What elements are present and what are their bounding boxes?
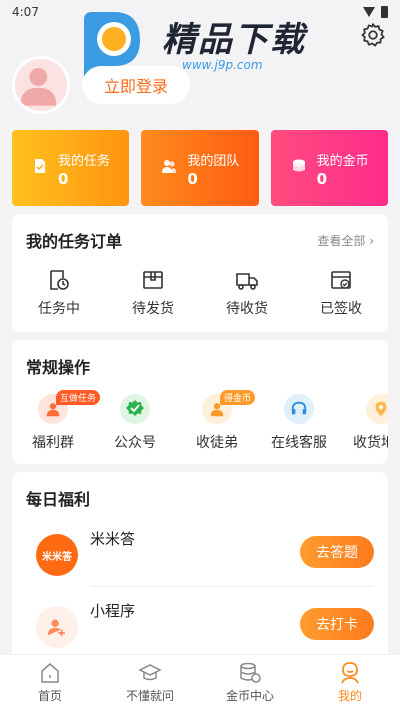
graduation-cap-icon [138,664,162,681]
tab-label: 金币中心 [225,689,274,703]
answer-quiz-button[interactable]: 去答题 [300,536,374,568]
stat-card-tasks[interactable]: 我的任务 0 [12,130,130,206]
regular-ops-card: 常规操作 互做任务 福利群 公众号 得金币 收徒弟 在线客服 收货 [12,340,388,464]
order-to-receive[interactable]: 待收货 [200,268,294,318]
stat-value: 0 [187,170,198,188]
order-label: 待发货 [132,301,174,317]
headset-icon [284,394,314,424]
op-label: 福利群 [32,435,74,451]
profile-icon [341,662,359,684]
status-icons [363,6,388,18]
ops-row: 互做任务 福利群 公众号 得金币 收徒弟 在线客服 收货 [12,390,388,452]
stat-card-team[interactable]: 我的团队 0 [141,130,259,206]
team-icon [162,160,177,173]
card-title: 常规操作 [26,358,91,377]
stat-label: 我的团队 [187,154,240,169]
avatar[interactable] [12,56,70,114]
watermark-url: www.j9p.com [182,58,263,72]
op-badge: 得金币 [220,390,256,405]
clock-doc-icon [50,270,69,290]
op-label: 收货地址 [353,435,388,451]
stat-value: 0 [58,170,69,188]
daily-welfare-card: 每日福利 米米答 米米答 去答题 小程序 去打卡 [12,472,388,662]
signed-box-icon [331,271,351,289]
divider [90,586,374,587]
coin-stack-icon [240,662,261,683]
welfare-row-mini-program: 小程序 去打卡 [12,594,388,660]
view-all-link[interactable]: 查看全部 › [317,232,374,249]
op-label: 收徒弟 [196,435,238,451]
op-label: 公众号 [114,435,156,451]
welfare-name: 米米答 [90,530,136,548]
welfare-name: 小程序 [90,602,136,620]
truck-icon [236,273,258,290]
tab-label: 首页 [37,689,62,703]
coin-icon [292,159,305,172]
task-icon [35,159,45,173]
op-label: 在线客服 [271,435,327,451]
tab-coin-center[interactable]: 金币中心 [200,655,300,712]
stat-value: 0 [316,170,328,188]
card-title: 我的任务订单 [26,232,123,251]
check-badge-icon [120,394,150,424]
order-in-progress[interactable]: 任务中 [12,268,106,318]
op-welfare-group[interactable]: 互做任务 福利群 [12,390,101,452]
tab-home[interactable]: 首页 [0,655,100,712]
order-status-row: 任务中 待发货 待收货 已签收 [12,268,388,318]
op-address[interactable]: 收货地址 [340,394,388,452]
battery-icon [381,6,388,18]
card-title: 每日福利 [26,490,91,509]
order-signed[interactable]: 已签收 [294,268,388,318]
watermark-text: 精品下载 [162,20,306,60]
order-to-ship[interactable]: 待发货 [106,268,200,318]
stat-cards: 我的任务 0 我的团队 0 我的金币 0 [12,130,388,206]
check-in-button[interactable]: 去打卡 [300,608,374,640]
settings-gear-icon[interactable] [360,22,386,48]
op-official-account[interactable]: 公众号 [94,394,176,452]
order-label: 已签收 [320,301,362,317]
tab-label: 不懂就问 [125,689,174,703]
login-button[interactable]: 立即登录 [82,66,190,104]
user-plus-icon [36,606,78,648]
status-time: 4:07 [12,5,39,19]
stat-card-coins[interactable]: 我的金币 0 [270,130,388,206]
home-icon [41,663,59,683]
tab-ask[interactable]: 不懂就问 [100,655,200,712]
stat-label: 我的任务 [58,154,111,169]
op-recruit[interactable]: 得金币 收徒弟 [176,390,258,452]
wifi-icon [363,7,375,17]
mimida-logo-text: 米米答 [42,551,72,563]
mimida-logo: 米米答 [36,534,78,576]
default-avatar-icon [20,67,57,106]
welfare-row-mimida: 米米答 米米答 去答题 [12,522,388,588]
tab-mine[interactable]: 我的 [300,655,400,712]
stat-label: 我的金币 [316,154,369,169]
location-icon [366,394,388,424]
bottom-tab-bar: 首页 不懂就问 金币中心 我的 [0,654,400,712]
order-label: 待收货 [226,301,268,317]
op-customer-service[interactable]: 在线客服 [258,394,340,452]
box-icon [143,271,163,289]
task-orders-card: 我的任务订单 查看全部 › 任务中 待发货 待收货 已签收 [12,214,388,332]
order-label: 任务中 [38,301,80,317]
tab-label: 我的 [337,689,362,703]
